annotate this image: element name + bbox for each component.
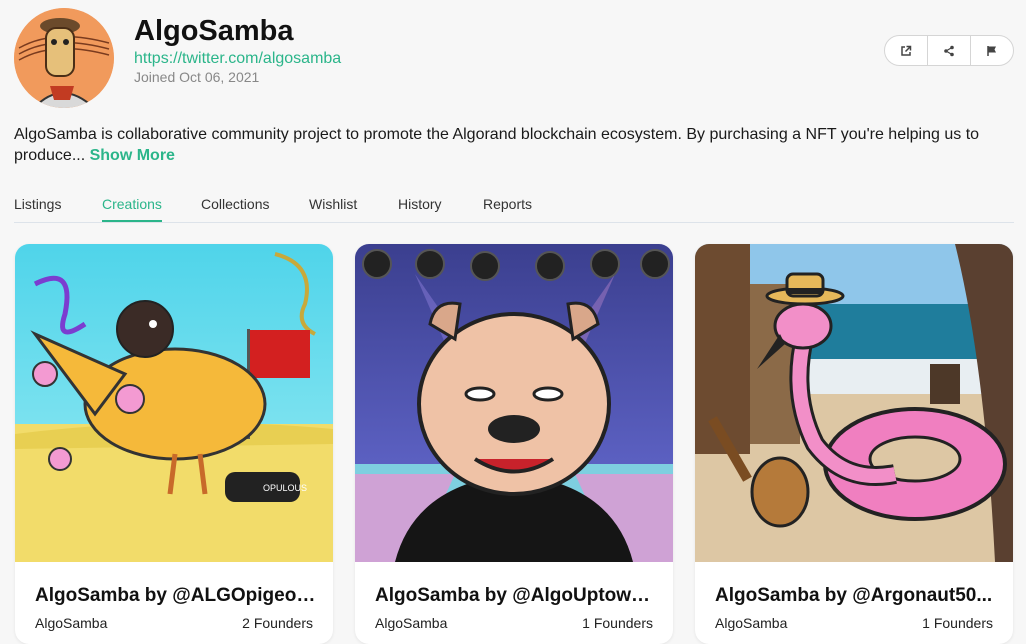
nft-image-pigeon[interactable]: OPULOUS [15, 244, 333, 562]
profile-joined-date: Joined Oct 06, 2021 [134, 69, 260, 85]
nft-card-founders: 1 Founders [922, 615, 993, 631]
nft-card-name[interactable]: AlgoSamba by @Argonaut50... [715, 585, 997, 607]
opulous-watermark: OPULOUS [263, 483, 307, 493]
nft-image-bulldog[interactable] [355, 244, 673, 562]
nft-card[interactable]: AlgoSamba by @AlgoUptown... AlgoSamba 1 … [355, 244, 673, 644]
tab-listings[interactable]: Listings [14, 196, 61, 212]
tab-reports[interactable]: Reports [483, 196, 532, 212]
profile-tabs: Listings Creations Collections Wishlist … [14, 194, 1014, 223]
nft-card-name[interactable]: AlgoSamba by @AlgoUptown... [375, 585, 657, 607]
external-link-icon [901, 45, 912, 56]
nft-image-flamingo[interactable] [695, 244, 1013, 562]
nft-card-founders: 2 Founders [242, 615, 313, 631]
show-more-link[interactable]: Show More [90, 147, 175, 164]
nft-card-founders: 1 Founders [582, 615, 653, 631]
nft-card[interactable]: AlgoSamba by @Argonaut50... AlgoSamba 1 … [695, 244, 1013, 644]
flag-icon [987, 45, 996, 56]
profile-description: AlgoSamba is collaborative community pro… [14, 124, 1004, 166]
report-flag-button[interactable] [971, 36, 1013, 65]
profile-name: AlgoSamba [134, 15, 294, 47]
nft-card[interactable]: OPULOUS AlgoSamba by @ALGOpigeons AlgoSa… [15, 244, 333, 644]
tab-history[interactable]: History [398, 196, 442, 212]
share-icon [944, 45, 954, 56]
tab-collections[interactable]: Collections [201, 196, 269, 212]
nft-card-name[interactable]: AlgoSamba by @ALGOpigeons [35, 585, 317, 607]
tab-creations[interactable]: Creations [102, 196, 162, 222]
profile-actions [884, 35, 1014, 66]
profile-twitter-link[interactable]: https://twitter.com/algosamba [134, 50, 341, 68]
share-button[interactable] [928, 36, 971, 65]
tab-wishlist[interactable]: Wishlist [309, 196, 357, 212]
nft-card-creator[interactable]: AlgoSamba [375, 615, 447, 631]
open-external-button[interactable] [885, 36, 928, 65]
profile-avatar [14, 8, 114, 108]
nft-card-creator[interactable]: AlgoSamba [35, 615, 107, 631]
nft-card-creator[interactable]: AlgoSamba [715, 615, 787, 631]
